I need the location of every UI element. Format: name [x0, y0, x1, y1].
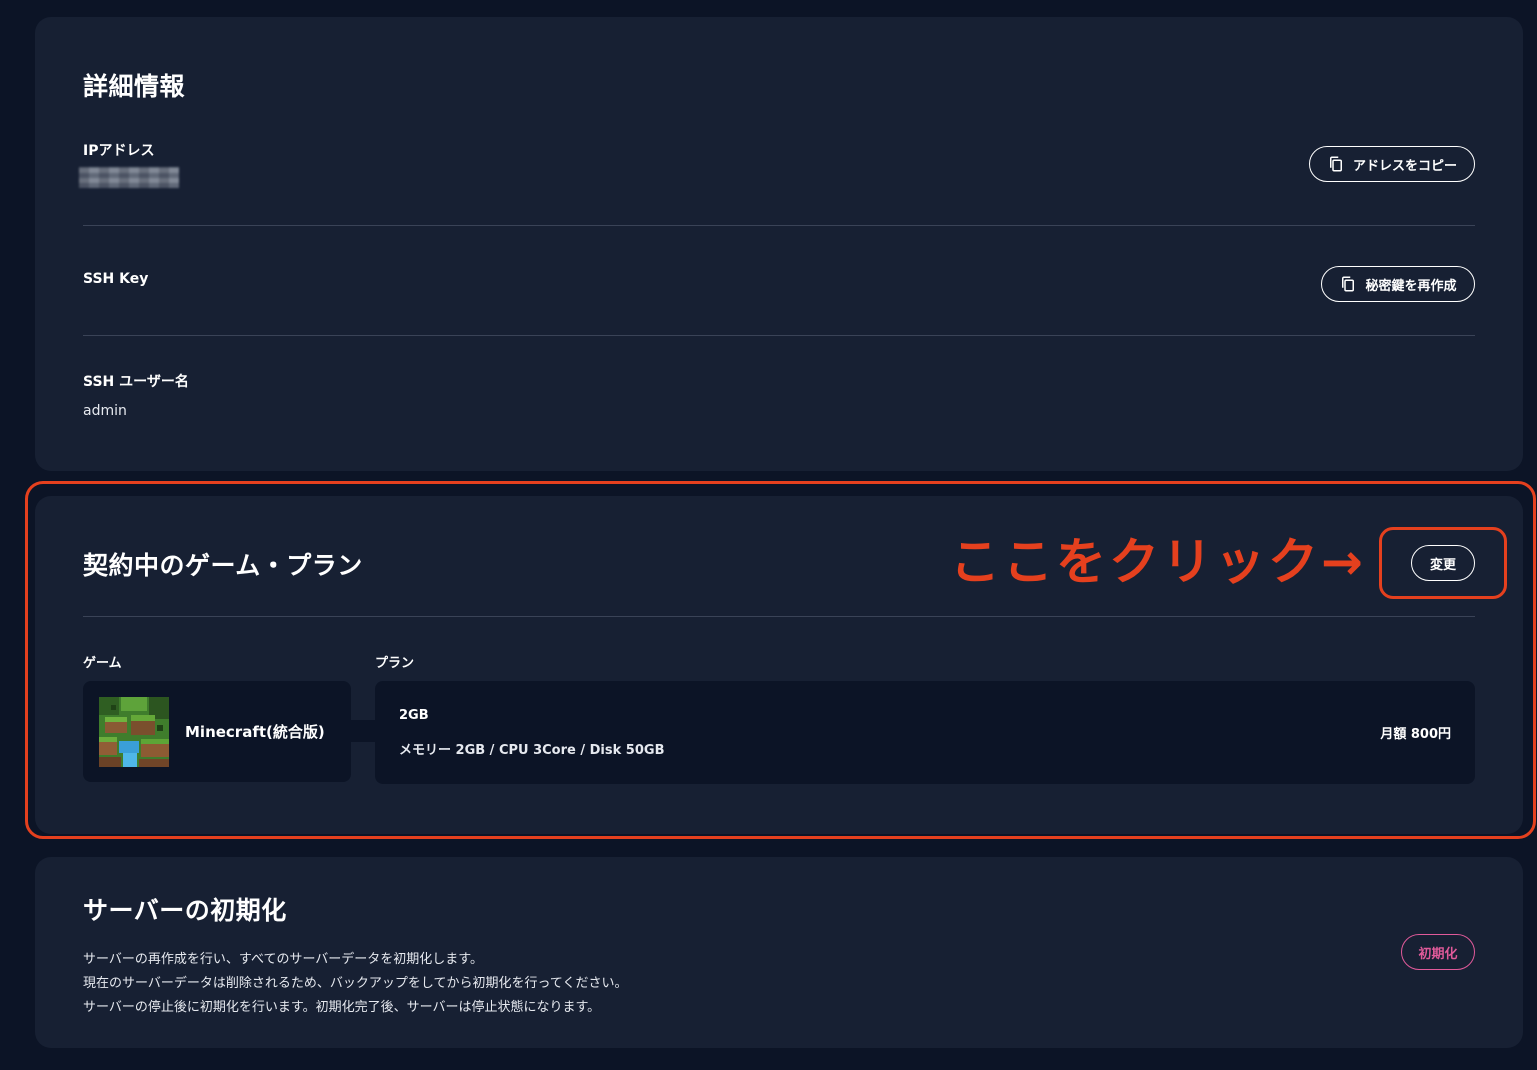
ip-address-value-masked	[79, 167, 179, 188]
minecraft-thumbnail-icon	[99, 697, 169, 767]
details-card: 詳細情報 IPアドレス アドレスをコピー SSH Key 秘密鍵を再作成 SSH…	[35, 17, 1523, 471]
ssh-key-label: SSH Key	[83, 271, 149, 287]
divider	[83, 335, 1475, 336]
game-name: Minecraft(統合版)	[185, 723, 325, 741]
ip-address-label: IPアドレス	[83, 143, 155, 159]
plan-price: 月額 800円	[1380, 727, 1451, 742]
change-plan-button[interactable]: 変更	[1411, 545, 1475, 581]
click-here-annotation: ここをクリック→	[950, 533, 1366, 591]
plan-title: 契約中のゲーム・プラン	[83, 551, 363, 580]
reset-server-button[interactable]: 初期化	[1401, 934, 1475, 970]
plan-detail-card: 2GB メモリー 2GB / CPU 3Core / Disk 50GB 月額 …	[375, 681, 1475, 784]
ssh-user-label: SSH ユーザー名	[83, 374, 189, 390]
reset-description-line: サーバーの停止後に初期化を行います。初期化完了後、サーバーは停止状態になります。	[83, 1000, 601, 1015]
regenerate-key-label: 秘密鍵を再作成	[1365, 278, 1457, 294]
reset-card: サーバーの初期化 サーバーの再作成を行い、すべてのサーバーデータを初期化します。…	[35, 857, 1523, 1048]
divider	[83, 616, 1475, 617]
regenerate-key-button[interactable]: 秘密鍵を再作成	[1321, 266, 1475, 302]
copy-icon	[1342, 276, 1355, 292]
ssh-user-value: admin	[83, 403, 127, 419]
copy-icon	[1329, 156, 1342, 172]
copy-address-button[interactable]: アドレスをコピー	[1309, 146, 1475, 182]
copy-address-label: アドレスをコピー	[1352, 158, 1457, 174]
details-title: 詳細情報	[83, 72, 186, 101]
plan-name: 2GB	[399, 708, 429, 723]
plan-label: プラン	[375, 656, 415, 671]
game-card: Minecraft(統合版)	[83, 681, 351, 782]
plan-spec: メモリー 2GB / CPU 3Core / Disk 50GB	[399, 743, 665, 758]
game-plan-connector	[351, 720, 375, 742]
divider	[83, 225, 1475, 226]
reset-description-line: サーバーの再作成を行い、すべてのサーバーデータを初期化します。	[83, 952, 484, 967]
game-label: ゲーム	[83, 656, 122, 671]
reset-title: サーバーの初期化	[83, 896, 287, 925]
reset-description-line: 現在のサーバーデータは削除されるため、バックアップをしてから初期化を行ってくださ…	[83, 976, 628, 991]
